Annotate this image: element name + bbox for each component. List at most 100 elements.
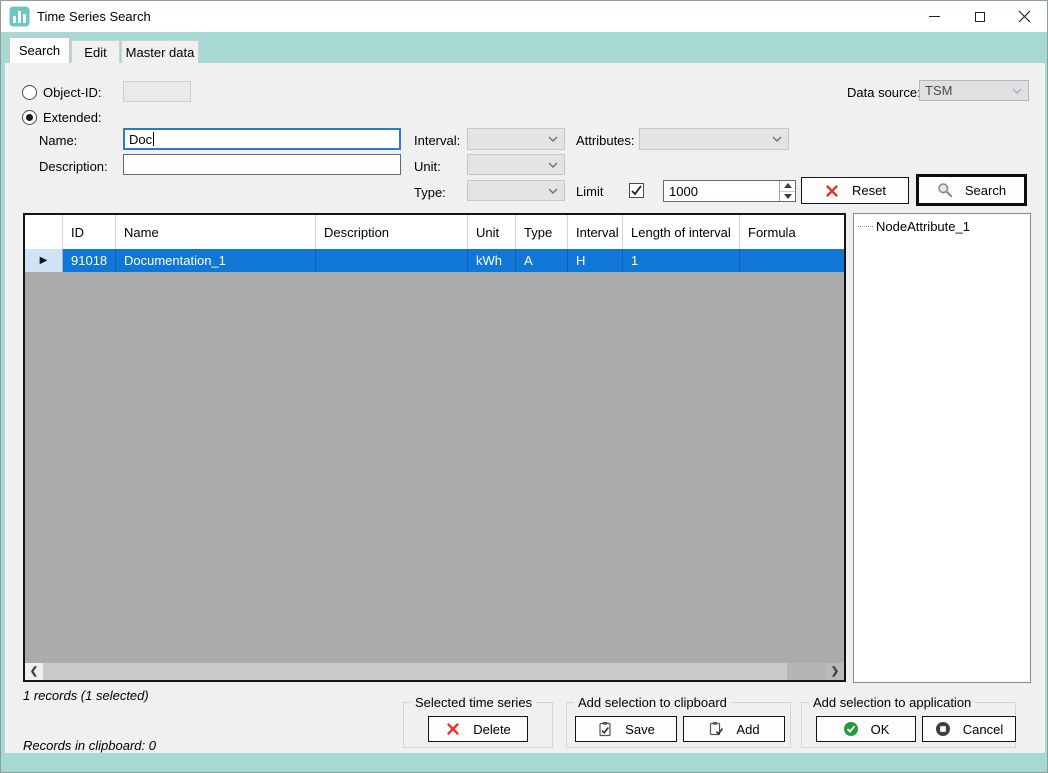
close-button[interactable] (1002, 1, 1047, 32)
interval-select[interactable] (467, 128, 565, 150)
cancel-button[interactable]: Cancel (922, 716, 1016, 742)
reset-button[interactable]: Reset (801, 177, 909, 204)
tab-search[interactable]: Search (9, 37, 70, 63)
name-label: Name: (39, 133, 77, 148)
column-header-selector[interactable] (25, 215, 63, 249)
limit-checkbox[interactable] (629, 183, 644, 198)
scroll-right-icon[interactable]: ❯ (826, 663, 844, 680)
table-row-selected[interactable]: ▶ 91018 Documentation_1 kWh A H 1 (25, 249, 844, 272)
red-x-icon (445, 721, 461, 737)
object-id-label: Object-ID: (43, 85, 102, 100)
description-input[interactable] (123, 154, 401, 175)
limit-value: 1000 (669, 184, 698, 199)
delete-label: Delete (473, 722, 511, 737)
cell-interval[interactable]: H (568, 249, 623, 272)
clipboard-check-icon (597, 721, 613, 737)
attributes-select[interactable] (639, 128, 789, 150)
horizontal-scrollbar[interactable]: ❮ ❯ (25, 663, 844, 680)
window-title: Time Series Search (37, 1, 151, 32)
column-header-type[interactable]: Type (516, 215, 568, 249)
stop-circle-icon (935, 721, 951, 737)
data-source-label: Data source: (847, 85, 921, 100)
delete-button[interactable]: Delete (428, 716, 528, 742)
maximize-button[interactable] (957, 1, 1002, 32)
column-header-description[interactable]: Description (316, 215, 468, 249)
checkmark-icon (630, 184, 643, 197)
tree-item-label: NodeAttribute_1 (876, 219, 970, 234)
text-caret (153, 132, 154, 146)
name-input[interactable]: Doc (123, 128, 401, 150)
row-indicator-icon: ▶ (25, 249, 63, 272)
ok-button[interactable]: OK (816, 716, 916, 742)
minimize-icon (929, 16, 940, 17)
save-button[interactable]: Save (575, 716, 677, 742)
maximize-icon (975, 12, 985, 22)
search-button[interactable]: Search (916, 174, 1027, 206)
unit-label: Unit: (414, 159, 441, 174)
unit-select[interactable] (467, 154, 565, 175)
column-header-formula[interactable]: Formula (740, 215, 844, 249)
cell-type[interactable]: A (516, 249, 568, 272)
grid-header-row: ID Name Description Unit Type Interval L… (25, 215, 844, 249)
tab-search-label: Search (19, 43, 60, 58)
type-select[interactable] (467, 180, 565, 201)
spinner-up-button[interactable] (780, 181, 795, 191)
chevron-down-icon (548, 162, 558, 168)
clipboard-add-icon (708, 721, 724, 737)
node-attribute-tree: NodeAttribute_1 (853, 213, 1031, 683)
attributes-label: Attributes: (576, 133, 635, 148)
column-header-length-of-interval[interactable]: Length of interval (623, 215, 740, 249)
limit-spinner[interactable]: 1000 (663, 180, 796, 202)
group-add-to-application: Add selection to application OK Cancel (801, 702, 1016, 748)
red-x-icon (824, 183, 840, 199)
group-selected-time-series: Selected time series Delete (403, 702, 553, 748)
column-header-id[interactable]: ID (63, 215, 116, 249)
titlebar: Time Series Search (1, 1, 1047, 32)
cell-description[interactable] (316, 249, 468, 272)
records-status: 1 records (1 selected) (23, 688, 149, 703)
reset-label: Reset (852, 183, 886, 198)
cell-id[interactable]: 91018 (63, 249, 116, 272)
column-header-name[interactable]: Name (116, 215, 316, 249)
scroll-left-icon[interactable]: ❮ (25, 663, 43, 680)
arrow-up-icon (784, 183, 792, 188)
tree-item-node-attribute[interactable]: NodeAttribute_1 (854, 214, 1030, 234)
spinner-down-button[interactable] (780, 191, 795, 202)
type-label: Type: (414, 185, 446, 200)
time-series-search-window: Time Series Search Search Edit Master da… (0, 0, 1048, 773)
chevron-down-icon (772, 136, 782, 142)
cell-name[interactable]: Documentation_1 (116, 249, 316, 272)
object-id-radio[interactable] (22, 85, 37, 100)
column-header-interval[interactable]: Interval (568, 215, 623, 249)
object-id-input[interactable] (123, 81, 191, 102)
cell-length-of-interval[interactable]: 1 (623, 249, 740, 272)
data-source-value: TSM (925, 83, 952, 98)
add-button[interactable]: Add (683, 716, 785, 742)
tab-master-data-label: Master data (126, 45, 195, 60)
chevron-down-icon (548, 188, 558, 194)
group-add-to-clipboard-title: Add selection to clipboard (574, 695, 731, 710)
column-header-unit[interactable]: Unit (468, 215, 516, 249)
data-source-select[interactable]: TSM (919, 80, 1029, 101)
extended-label: Extended: (43, 110, 102, 125)
name-value: Doc (129, 132, 152, 147)
cell-formula[interactable] (740, 249, 844, 272)
group-selected-time-series-title: Selected time series (411, 695, 536, 710)
extended-radio[interactable] (22, 110, 37, 125)
clipboard-status: Records in clipboard: 0 (23, 738, 156, 753)
limit-label: Limit (576, 184, 603, 199)
add-label: Add (736, 722, 759, 737)
search-icon (937, 182, 953, 198)
minimize-button[interactable] (912, 1, 957, 32)
group-add-to-clipboard: Add selection to clipboard Save Add (566, 702, 791, 748)
tab-master-data[interactable]: Master data (121, 40, 199, 63)
scrollbar-thumb[interactable] (43, 663, 787, 680)
tab-edit[interactable]: Edit (71, 40, 120, 63)
interval-label: Interval: (414, 133, 460, 148)
arrow-down-icon (784, 194, 792, 199)
description-label: Description: (39, 159, 108, 174)
cell-unit[interactable]: kWh (468, 249, 516, 272)
chevron-down-icon (548, 136, 558, 142)
results-grid: ID Name Description Unit Type Interval L… (23, 213, 846, 682)
group-add-to-application-title: Add selection to application (809, 695, 975, 710)
